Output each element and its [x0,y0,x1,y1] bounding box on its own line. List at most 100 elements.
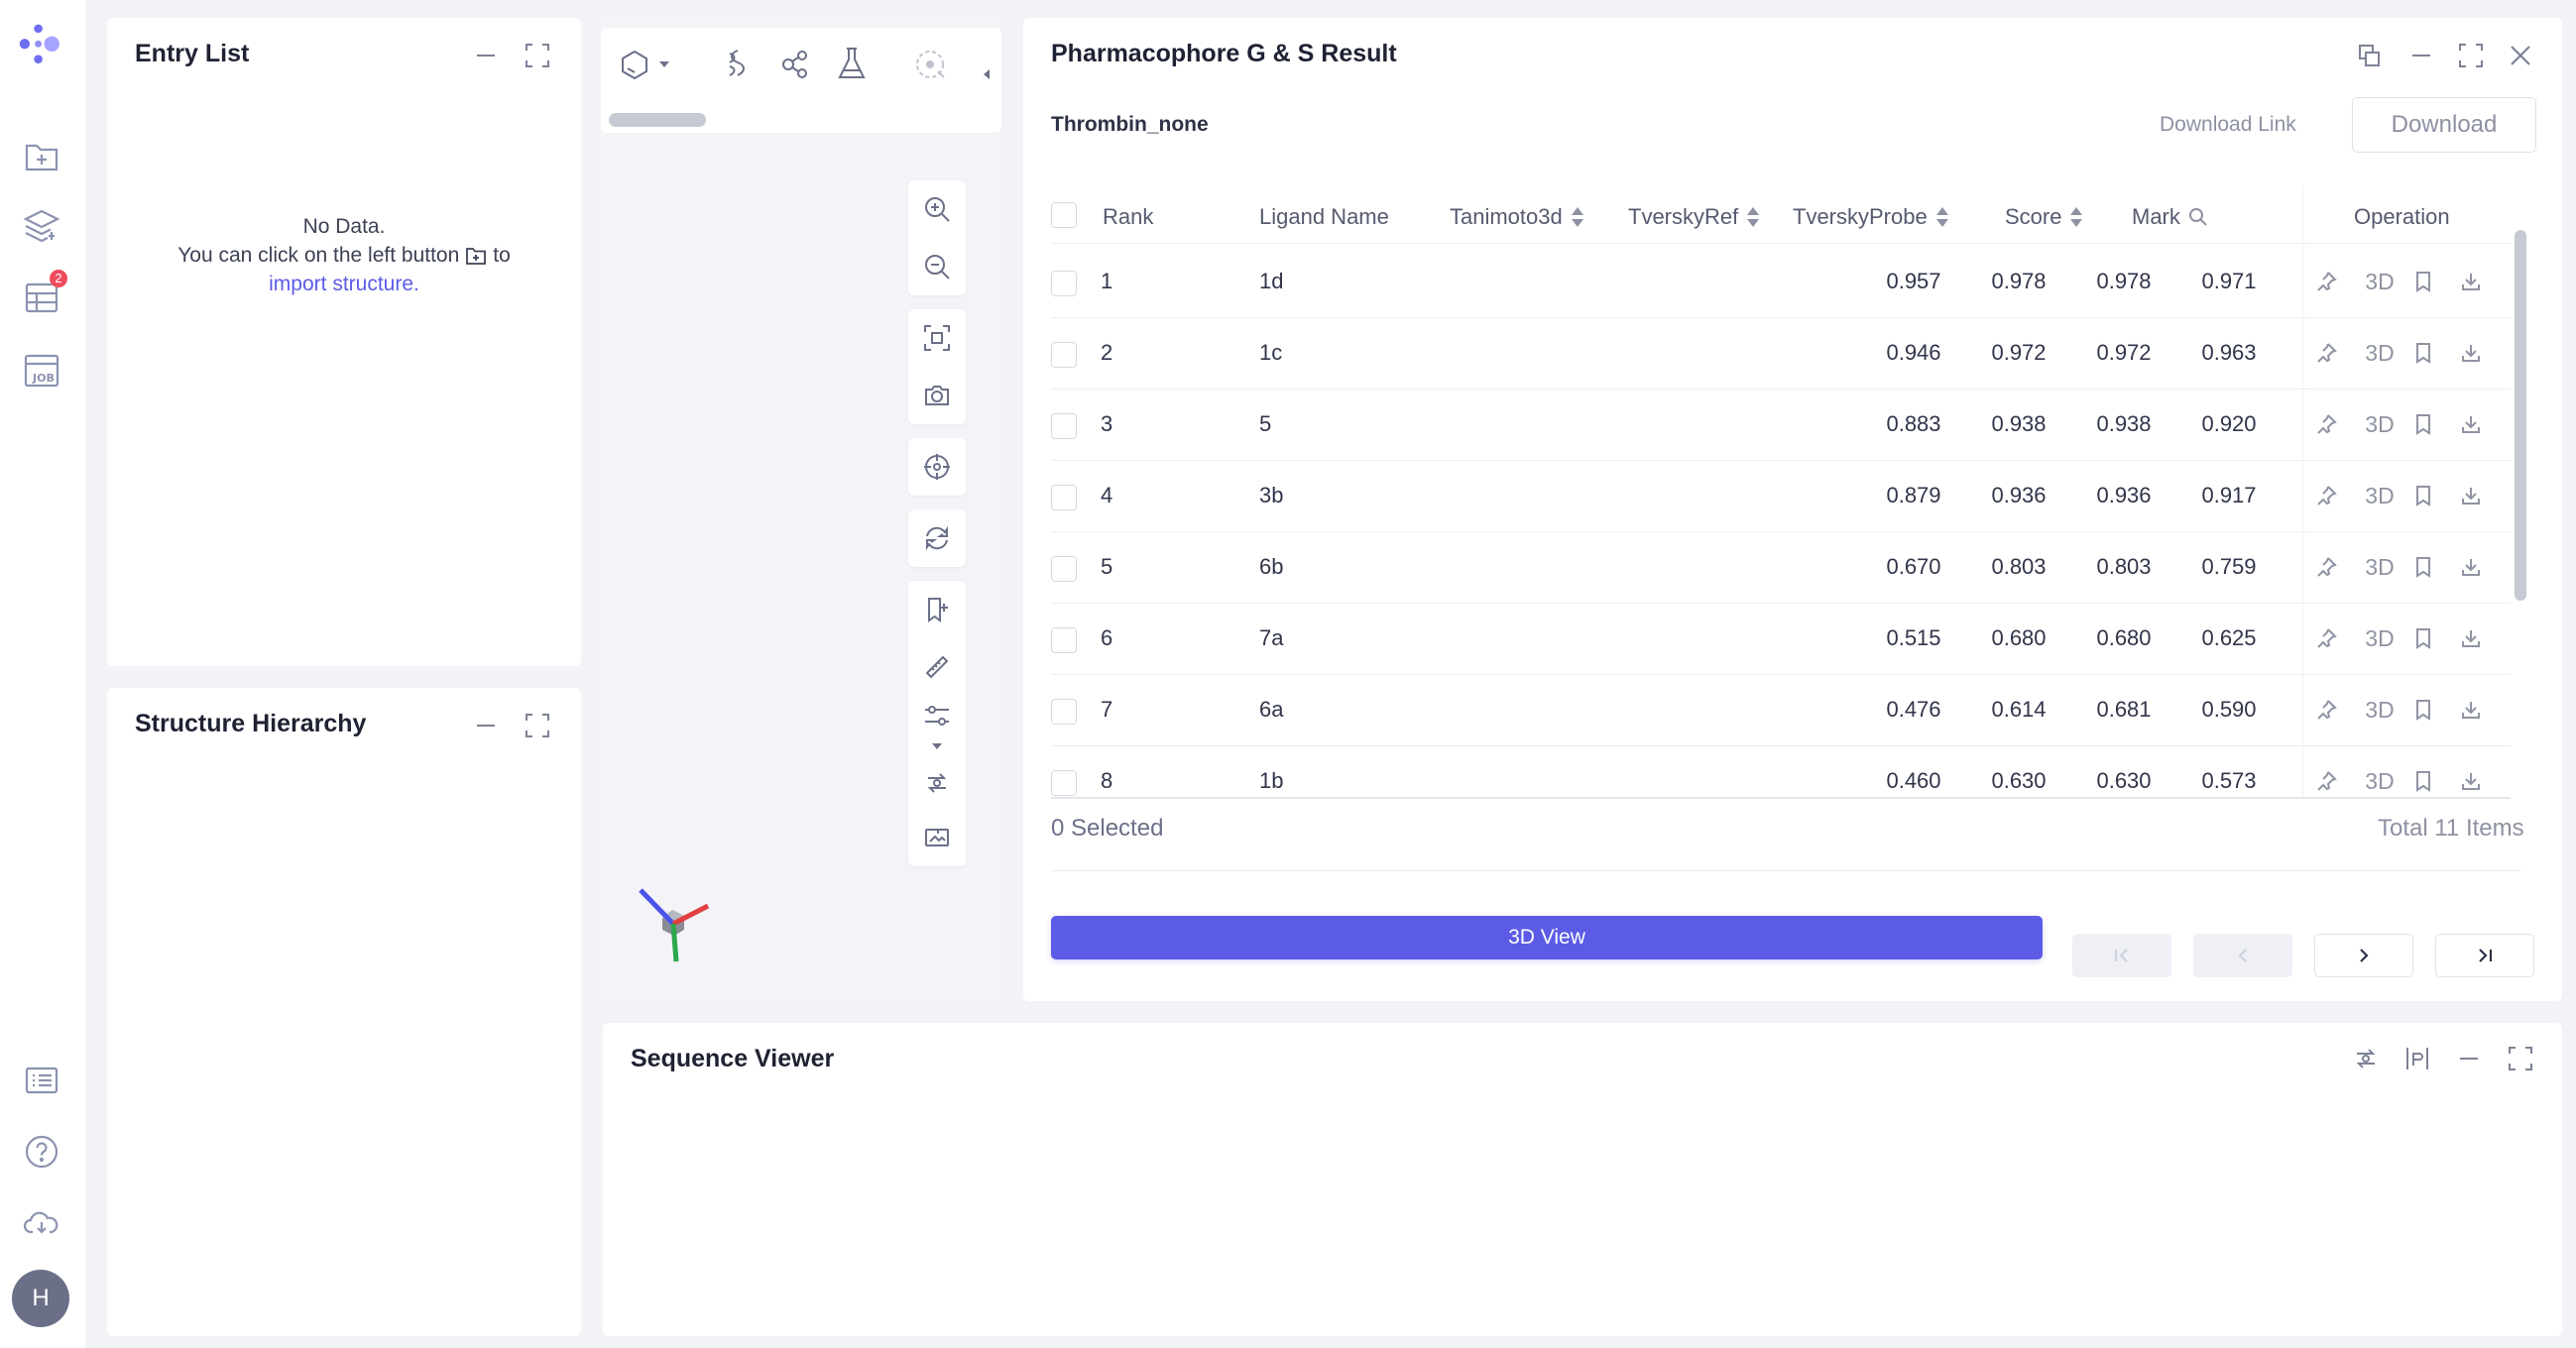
row-checkbox[interactable] [1051,413,1077,439]
3d-view-action[interactable]: 3D [2358,389,2401,460]
row-checkbox[interactable] [1051,485,1077,510]
table-row[interactable]: 1 1d 0.957 0.978 0.978 0.971 3D [1051,246,2511,318]
row-checkbox[interactable] [1051,556,1077,582]
row-checkbox[interactable] [1051,699,1077,725]
flask-icon[interactable] [835,46,869,81]
copy-window-icon[interactable] [2354,40,2386,71]
col-mark[interactable]: Mark [2132,204,2208,230]
layers-icon[interactable] [18,202,65,250]
maximize-icon[interactable] [2505,1043,2536,1074]
bookmark-icon[interactable] [2405,460,2441,531]
molecule-icon[interactable] [777,48,811,81]
bookmark-icon[interactable] [2405,745,2441,799]
minimize-icon[interactable] [2405,40,2437,71]
job-icon[interactable]: JOB [18,347,65,394]
table-row[interactable]: 8 1b 0.460 0.630 0.630 0.573 3D [1051,745,2511,799]
download-link[interactable]: Download Link [2160,113,2296,137]
ruler-icon[interactable] [908,638,966,696]
camera-icon[interactable] [908,367,966,424]
maximize-icon[interactable] [522,710,553,741]
3d-view-action[interactable]: 3D [2358,745,2401,799]
ribbon-icon[interactable] [718,48,750,81]
bookmark-add-icon[interactable] [908,581,966,638]
close-icon[interactable] [2505,40,2536,71]
bookmark-icon[interactable] [2405,674,2441,745]
download-button[interactable]: Download [2352,97,2536,153]
swap-icon[interactable] [908,757,966,809]
bookmark-icon[interactable] [2405,389,2441,460]
pin-icon[interactable] [2308,246,2344,317]
3d-view-action[interactable]: 3D [2358,531,2401,603]
list-icon[interactable] [18,1057,65,1104]
align-icon[interactable] [2401,1043,2433,1074]
3d-view-action[interactable]: 3D [2358,674,2401,745]
row-checkbox[interactable] [1051,342,1077,368]
minimize-icon[interactable] [2453,1043,2485,1074]
toolbar-scrollbar[interactable] [609,113,706,127]
3d-view-action[interactable]: 3D [2358,603,2401,674]
download-icon[interactable] [2453,745,2489,799]
minimize-icon[interactable] [470,40,502,71]
3d-view-action[interactable]: 3D [2358,460,2401,531]
download-icon[interactable] [2453,317,2489,389]
more-chevron-down-icon[interactable] [908,735,966,757]
representation-dropdown[interactable] [619,48,678,81]
next-page-button[interactable] [2314,934,2413,977]
bookmark-icon[interactable] [2405,603,2441,674]
zoom-in-icon[interactable] [908,180,966,238]
cloud-icon[interactable] [18,1199,65,1247]
table-row[interactable]: 5 6b 0.670 0.803 0.803 0.759 3D [1051,531,2511,604]
last-page-button[interactable] [2435,934,2534,977]
3d-view-action[interactable]: 3D [2358,317,2401,389]
import-folder-icon[interactable] [18,133,65,180]
row-checkbox[interactable] [1051,271,1077,296]
maximize-icon[interactable] [2455,40,2487,71]
pin-icon[interactable] [2308,531,2344,603]
target-icon[interactable] [908,438,966,496]
help-icon[interactable] [18,1128,65,1176]
col-tanimoto3d[interactable]: Tanimoto3d [1450,204,1584,230]
col-score[interactable]: Score [2005,204,2083,230]
row-checkbox[interactable] [1051,770,1077,796]
download-icon[interactable] [2453,674,2489,745]
surface-icon[interactable] [914,48,948,81]
3d-view-button[interactable]: 3D View [1051,916,2043,959]
pin-icon[interactable] [2308,389,2344,460]
import-structure-link[interactable]: import structure. [107,270,581,298]
zoom-out-icon[interactable] [908,238,966,295]
3d-view-action[interactable]: 3D [2358,246,2401,317]
table-row[interactable]: 4 3b 0.879 0.936 0.936 0.917 3D [1051,460,2511,532]
minimize-icon[interactable] [470,710,502,741]
table-row[interactable]: 7 6a 0.476 0.614 0.681 0.590 3D [1051,674,2511,746]
download-icon[interactable] [2453,389,2489,460]
pin-icon[interactable] [2308,674,2344,745]
row-checkbox[interactable] [1051,627,1077,653]
table-row[interactable]: 6 7a 0.515 0.680 0.680 0.625 3D [1051,603,2511,675]
table-row[interactable]: 2 1c 0.946 0.972 0.972 0.963 3D [1051,317,2511,390]
download-icon[interactable] [2453,531,2489,603]
collapse-toolbar-button[interactable] [972,28,1001,121]
task-table-icon[interactable]: 2 [18,270,67,321]
col-tverskyprobe[interactable]: TverskyProbe [1793,204,1949,230]
bookmark-icon[interactable] [2405,317,2441,389]
table-row[interactable]: 3 5 0.883 0.938 0.938 0.920 3D [1051,389,2511,461]
table-body[interactable]: 1 1d 0.957 0.978 0.978 0.971 3D 2 1c 0.946 0.972 0.… [1023,244,2562,799]
fit-view-icon[interactable] [908,309,966,367]
select-all-checkbox[interactable] [1051,202,1077,228]
download-icon[interactable] [2453,460,2489,531]
pin-icon[interactable] [2308,745,2344,799]
sliders-icon[interactable] [908,696,966,735]
image-settings-icon[interactable] [908,809,966,866]
pin-icon[interactable] [2308,317,2344,389]
pin-icon[interactable] [2308,603,2344,674]
table-scrollbar[interactable] [2515,230,2526,601]
bookmark-icon[interactable] [2405,531,2441,603]
swap-icon[interactable] [2350,1043,2382,1074]
pin-icon[interactable] [2308,460,2344,531]
prev-page-button[interactable] [2193,934,2292,977]
user-avatar[interactable]: H [12,1270,69,1327]
bookmark-icon[interactable] [2405,246,2441,317]
first-page-button[interactable] [2072,934,2171,977]
maximize-icon[interactable] [522,40,553,71]
logo-icon[interactable] [18,22,65,69]
